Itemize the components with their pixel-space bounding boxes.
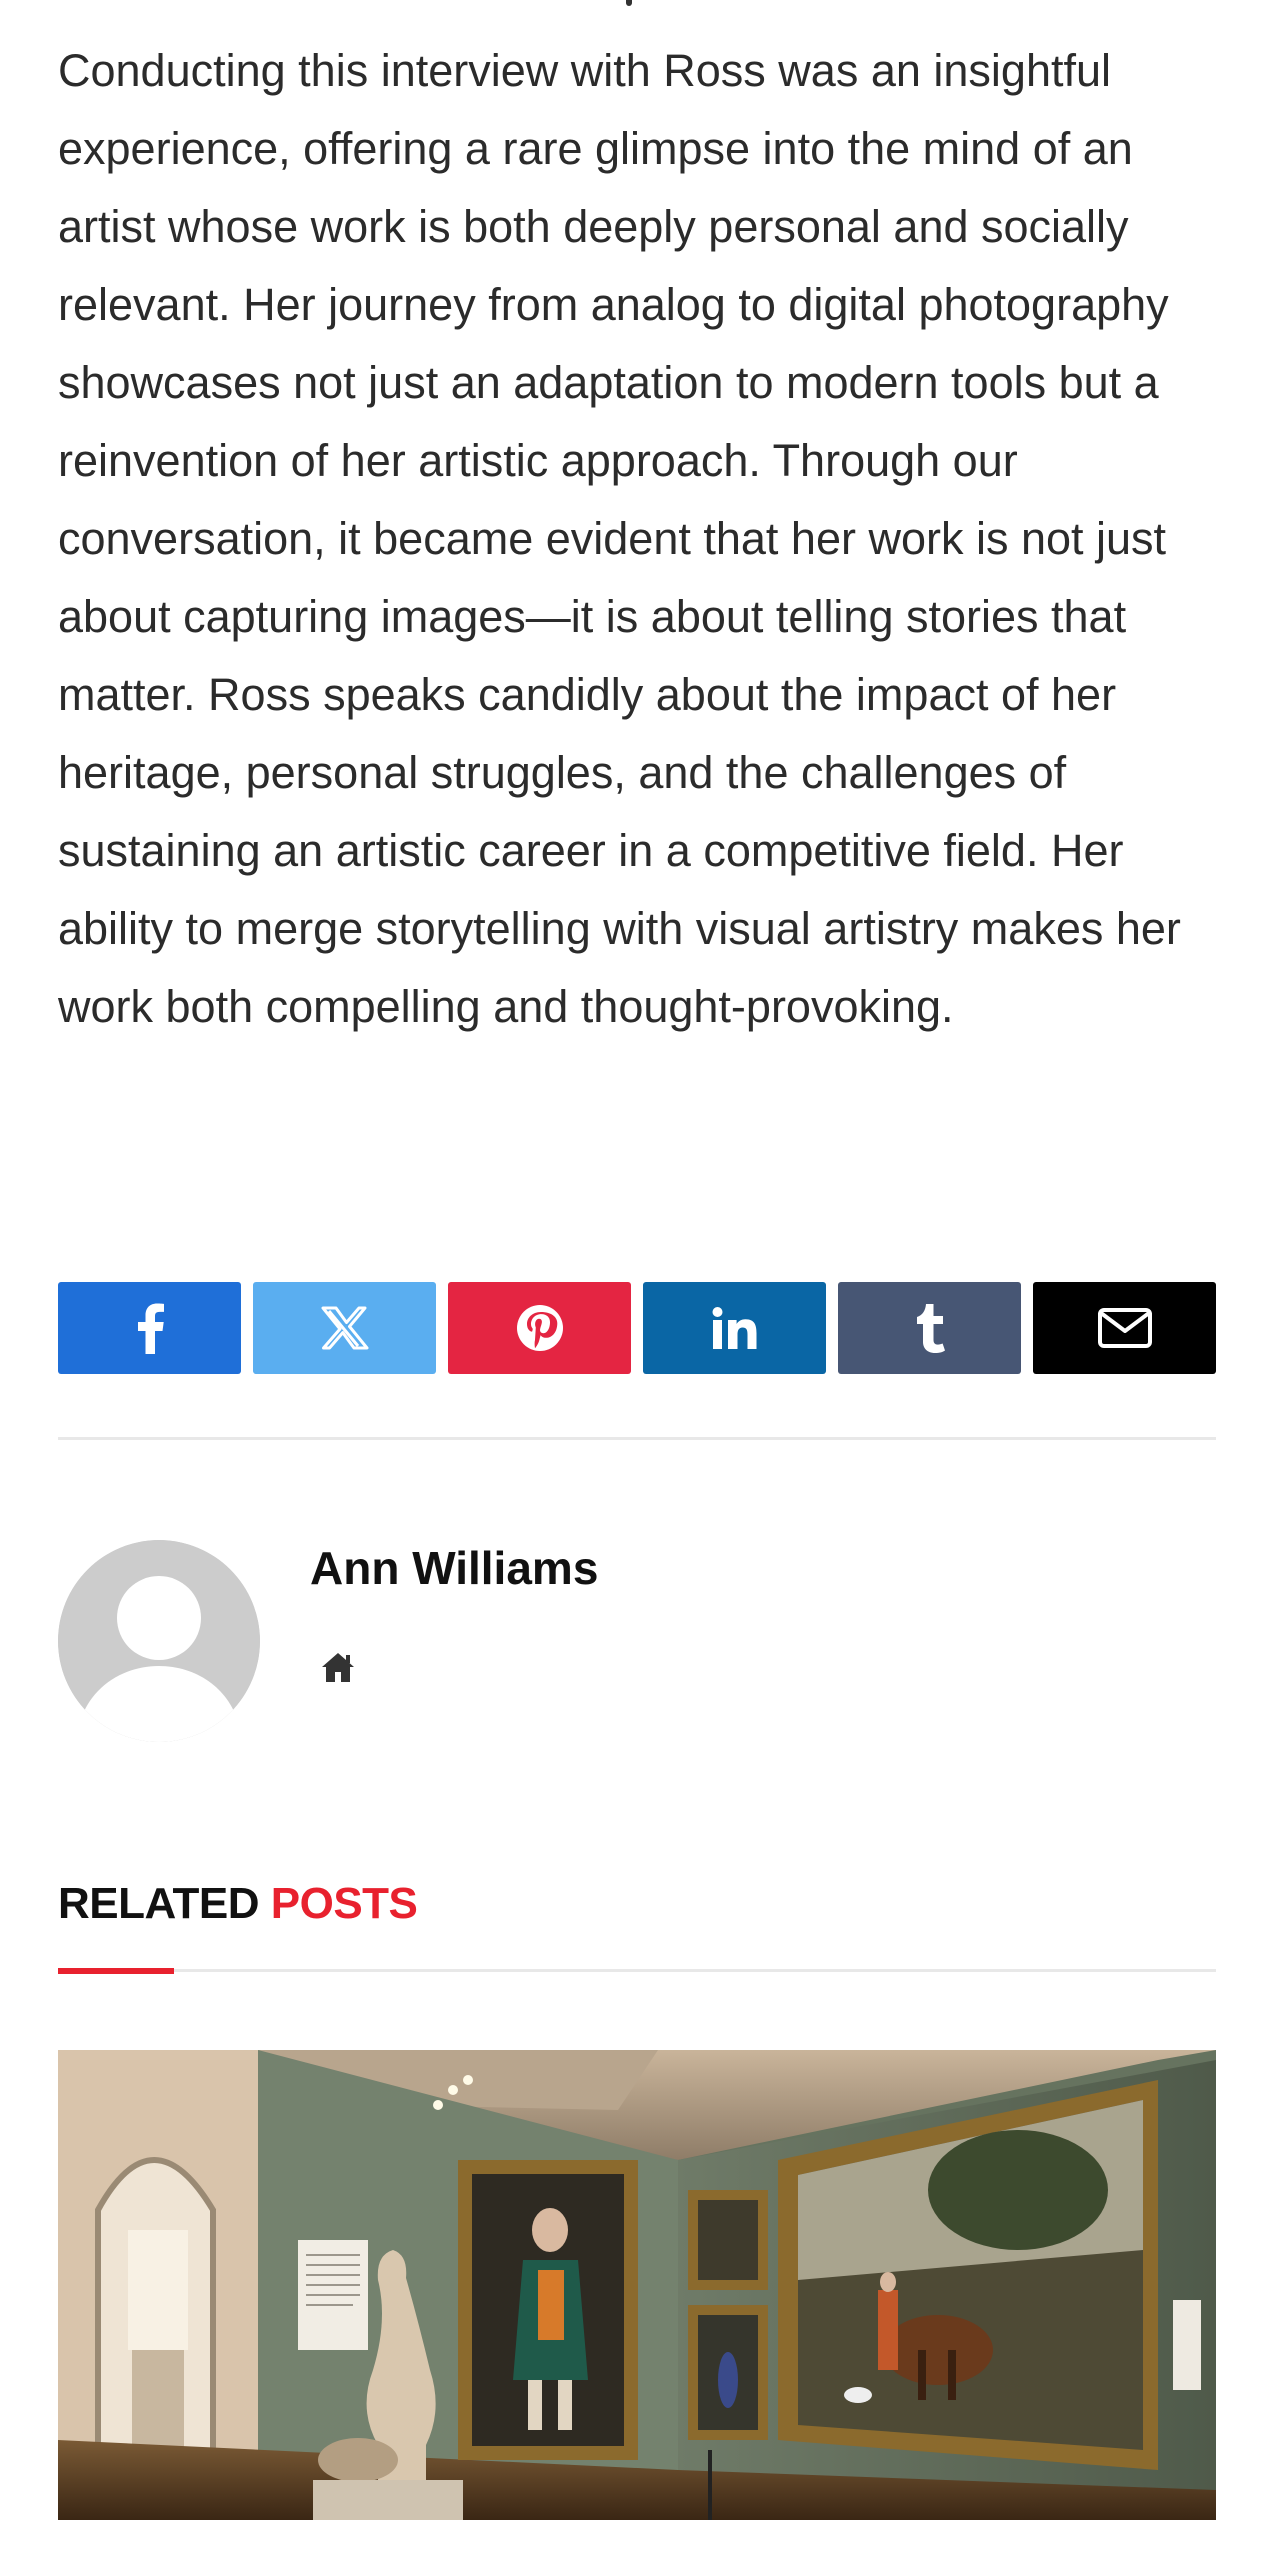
related-heading-accent: POSTS [270,1879,418,1928]
share-linkedin-button[interactable] [643,1282,826,1374]
share-facebook-button[interactable] [58,1282,241,1374]
author-website-link[interactable] [320,1650,356,1684]
related-post-image[interactable] [58,2050,1216,2520]
museum-gallery-photo [58,2050,1216,2520]
related-heading-accent-bar [58,1968,174,1974]
related-posts-heading: RELATED POSTS [58,1874,418,1934]
default-avatar-icon [58,1540,260,1742]
share-x-button[interactable] [253,1282,436,1374]
home-icon [322,1653,354,1682]
tumblr-icon [916,1304,945,1353]
related-heading-primary: RELATED [58,1879,260,1928]
share-tumblr-button[interactable] [838,1282,1021,1374]
cropped-text-fragment [620,0,640,8]
author-name-link[interactable]: Ann Williams [310,1536,598,1600]
email-icon [1097,1308,1152,1348]
facebook-icon [137,1303,164,1354]
share-email-button[interactable] [1033,1282,1216,1374]
pinterest-icon [516,1305,563,1351]
article-closing-paragraph: Conducting this interview with Ross was … [58,45,1181,1032]
related-heading-rule [58,1969,1216,1972]
x-icon [321,1306,368,1350]
divider [58,1437,1216,1440]
author-avatar[interactable] [58,1540,260,1742]
share-buttons [58,1282,1216,1374]
share-pinterest-button[interactable] [448,1282,631,1374]
linkedin-icon [712,1307,756,1349]
